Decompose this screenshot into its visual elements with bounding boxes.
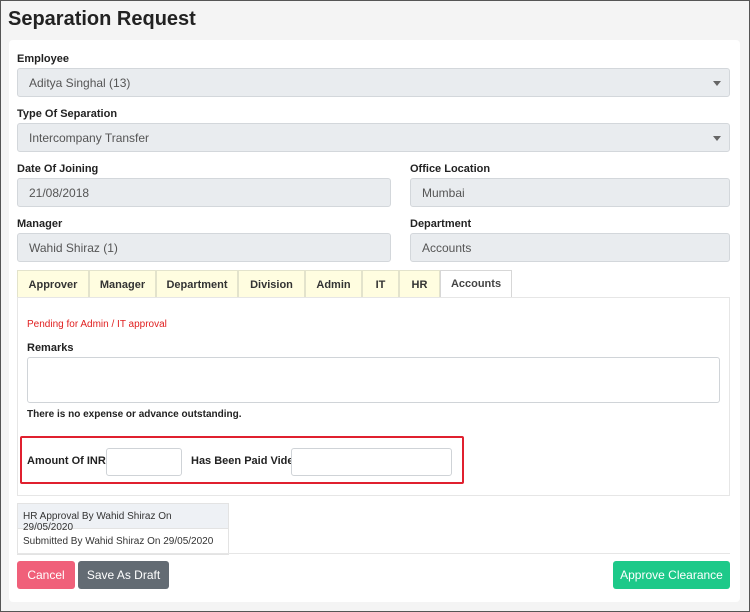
tab-manager[interactable]: Manager	[89, 270, 156, 298]
tab-approver[interactable]: Approver	[17, 270, 89, 298]
date-of-joining-value: 21/08/2018	[29, 186, 90, 200]
status-message: Pending for Admin / IT approval	[27, 319, 167, 330]
manager-label: Manager	[17, 218, 63, 230]
separation-type-value: Intercompany Transfer	[29, 131, 150, 145]
clearance-tabs: Approver Manager Department Division Adm…	[17, 270, 512, 298]
employee-label: Employee	[17, 53, 69, 65]
office-location-label: Office Location	[410, 163, 491, 175]
cancel-button[interactable]: Cancel	[17, 561, 75, 589]
save-as-draft-button[interactable]: Save As Draft	[78, 561, 169, 589]
office-location-field[interactable]: Mumbai	[410, 178, 730, 207]
remarks-textarea[interactable]	[27, 357, 720, 403]
tab-accounts[interactable]: Accounts	[440, 270, 512, 298]
no-expense-note: There is no expense or advance outstandi…	[27, 409, 242, 420]
tab-hr[interactable]: HR	[399, 270, 440, 298]
manager-field[interactable]: Wahid Shiraz (1)	[17, 233, 391, 262]
date-of-joining-label: Date Of Joining	[17, 163, 99, 175]
footer-divider	[17, 553, 730, 554]
department-field[interactable]: Accounts	[410, 233, 730, 262]
amount-inr-label: Amount Of INR	[27, 455, 106, 467]
paid-vide-label: Has Been Paid Vide	[191, 455, 294, 467]
approve-clearance-button[interactable]: Approve Clearance	[613, 561, 730, 589]
separation-type-label: Type Of Separation	[17, 108, 118, 120]
employee-value: Aditya Singhal (13)	[29, 76, 131, 90]
approval-history: HR Approval By Wahid Shiraz On 29/05/202…	[17, 503, 229, 555]
department-value: Accounts	[422, 241, 472, 255]
page-title: Separation Request	[8, 8, 196, 30]
chevron-down-icon	[713, 136, 721, 141]
manager-value: Wahid Shiraz (1)	[29, 241, 118, 255]
paid-vide-input[interactable]	[291, 448, 452, 476]
office-location-value: Mumbai	[422, 186, 465, 200]
remarks-label: Remarks	[27, 342, 74, 354]
tab-it[interactable]: IT	[362, 270, 399, 298]
history-item: HR Approval By Wahid Shiraz On 29/05/202…	[18, 504, 228, 533]
employee-select[interactable]: Aditya Singhal (13)	[17, 68, 730, 97]
tab-division[interactable]: Division	[238, 270, 305, 298]
tab-department[interactable]: Department	[156, 270, 238, 298]
chevron-down-icon	[713, 81, 721, 86]
date-of-joining-field[interactable]: 21/08/2018	[17, 178, 391, 207]
department-label: Department	[410, 218, 472, 230]
tab-admin[interactable]: Admin	[305, 270, 362, 298]
amount-inr-input[interactable]	[106, 448, 182, 476]
separation-type-select[interactable]: Intercompany Transfer	[17, 123, 730, 152]
